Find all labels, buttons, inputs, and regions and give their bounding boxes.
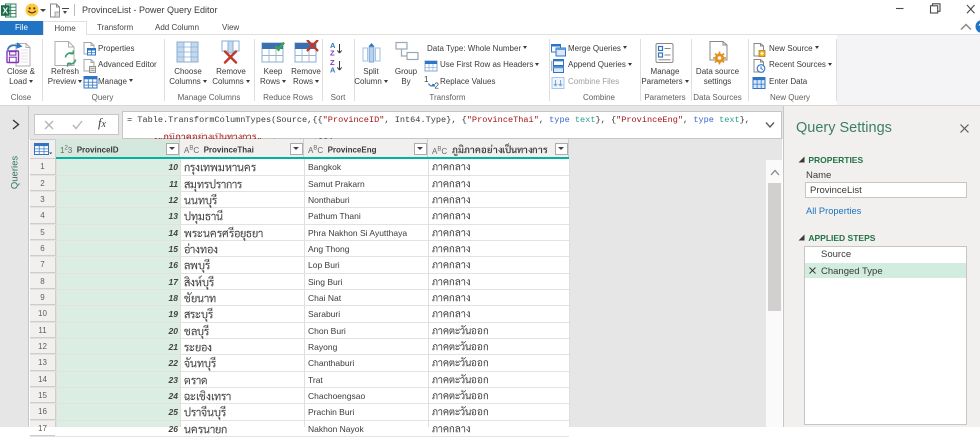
svg-text:X: X bbox=[2, 6, 8, 16]
svg-text:A: A bbox=[330, 66, 336, 74]
svg-text:1: 1 bbox=[424, 75, 429, 84]
svg-text:2: 2 bbox=[435, 82, 440, 90]
svg-text:Z: Z bbox=[330, 49, 335, 57]
